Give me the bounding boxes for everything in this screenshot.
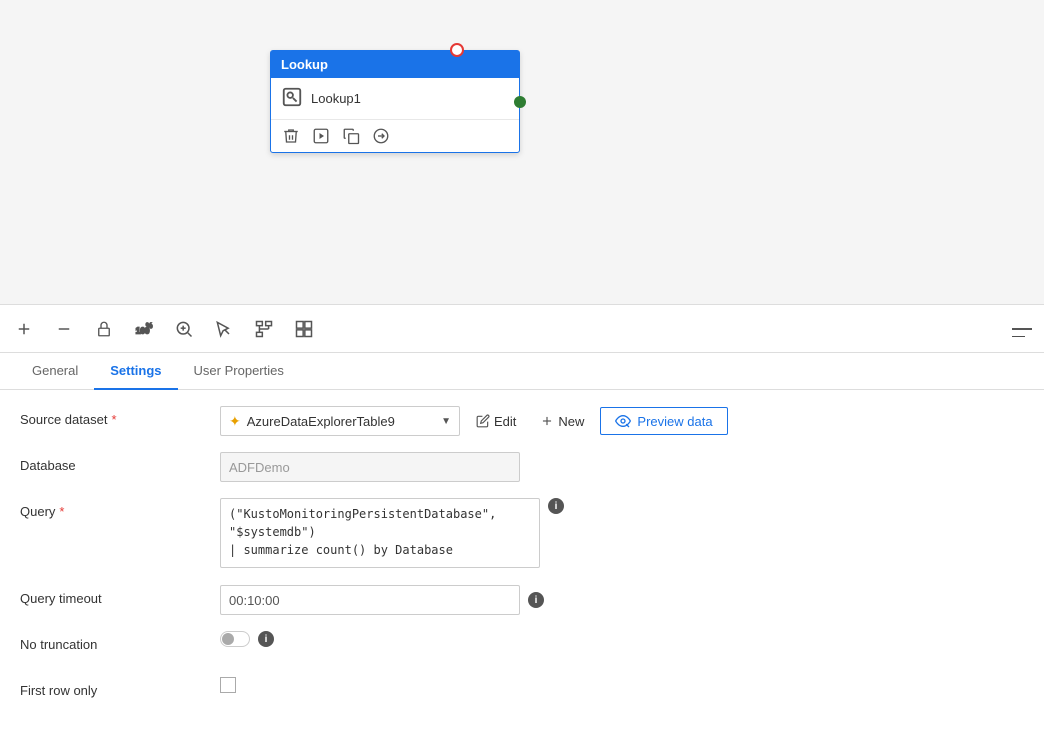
select-icon[interactable] <box>212 317 236 341</box>
database-controls <box>220 452 1024 482</box>
add-icon[interactable] <box>12 317 36 341</box>
toolbar: 100 % — <box>0 305 1044 353</box>
first-row-only-checkbox[interactable] <box>220 677 236 693</box>
source-dataset-dropdown[interactable]: ✦ AzureDataExplorerTable9 ▼ <box>220 406 460 436</box>
first-row-only-row: First row only <box>20 677 1024 709</box>
first-row-only-controls <box>220 677 1024 693</box>
bottom-panel: General Settings User Properties Source … <box>0 353 1044 755</box>
query-textarea-area: ("KustoMonitoringPersistentDatabase", "$… <box>220 498 540 571</box>
query-required-indicator: * <box>59 504 64 519</box>
new-button[interactable]: New <box>532 410 592 433</box>
zoom-fit-icon[interactable] <box>172 317 196 341</box>
query-timeout-input[interactable] <box>220 585 520 615</box>
lookup-node-body: Lookup1 <box>271 78 519 120</box>
source-dataset-controls: ✦ AzureDataExplorerTable9 ▼ Edit <box>220 406 1024 436</box>
lock-icon[interactable] <box>92 317 116 341</box>
connect-icon[interactable] <box>371 126 391 146</box>
lookup-node-header: Lookup <box>271 51 519 78</box>
toggle-thumb <box>222 633 234 645</box>
canvas-area: Lookup Lookup1 <box>0 0 1044 305</box>
node-name-label: Lookup1 <box>311 91 361 106</box>
connector-dot <box>514 96 526 108</box>
query-timeout-info-icon: i <box>528 592 544 608</box>
preview-data-button[interactable]: Preview data <box>600 407 727 435</box>
lookup-body-icon <box>281 86 303 111</box>
dropdown-arrow-icon: ▼ <box>441 416 451 427</box>
no-truncation-label: No truncation <box>20 631 220 652</box>
edit-button[interactable]: Edit <box>468 410 524 433</box>
no-truncation-info-icon: i <box>258 631 274 647</box>
settings-form: Source dataset * ✦ AzureDataExplorerTabl… <box>0 390 1044 739</box>
database-input[interactable] <box>220 452 520 482</box>
no-truncation-row: No truncation i <box>20 631 1024 663</box>
no-truncation-controls: i <box>220 631 1024 647</box>
remove-icon[interactable] <box>52 317 76 341</box>
query-timeout-controls: i <box>220 585 1024 615</box>
tab-user-properties[interactable]: User Properties <box>178 353 300 390</box>
lookup-node: Lookup Lookup1 <box>270 50 520 153</box>
auto-layout-icon[interactable] <box>252 317 276 341</box>
database-row: Database <box>20 452 1024 484</box>
query-timeout-label: Query timeout <box>20 585 220 606</box>
toolbar-collapse[interactable]: — <box>1012 328 1032 330</box>
query-row: Query * ("KustoMonitoringPersistentDatab… <box>20 498 1024 571</box>
query-timeout-row: Query timeout i <box>20 585 1024 617</box>
new-label: New <box>558 414 584 429</box>
copy-icon[interactable] <box>341 126 361 146</box>
first-row-only-label: First row only <box>20 677 220 698</box>
no-truncation-toggle[interactable] <box>220 631 250 647</box>
edit-label: Edit <box>494 414 516 429</box>
top-circle-indicator <box>450 43 464 57</box>
database-label: Database <box>20 452 220 473</box>
tabs-bar: General Settings User Properties <box>0 353 1044 390</box>
delete-icon[interactable] <box>281 126 301 146</box>
svg-text:%: % <box>146 321 153 330</box>
query-label: Query * <box>20 498 220 519</box>
tab-settings[interactable]: Settings <box>94 353 177 390</box>
grid-icon[interactable] <box>292 317 316 341</box>
dataset-value: AzureDataExplorerTable9 <box>247 414 435 429</box>
tab-general[interactable]: General <box>16 353 94 390</box>
required-indicator: * <box>111 412 116 427</box>
fit-view-icon[interactable]: 100 % <box>132 317 156 341</box>
query-info-icon: i <box>548 498 564 514</box>
run-icon[interactable] <box>311 126 331 146</box>
source-dataset-label: Source dataset * <box>20 406 220 427</box>
node-type-label: Lookup <box>281 57 328 72</box>
source-dataset-row: Source dataset * ✦ AzureDataExplorerTabl… <box>20 406 1024 438</box>
dataset-type-icon: ✦ <box>229 413 241 430</box>
preview-data-label: Preview data <box>637 414 712 429</box>
query-textarea[interactable]: ("KustoMonitoringPersistentDatabase", "$… <box>220 498 540 568</box>
lookup-node-actions <box>271 120 519 152</box>
